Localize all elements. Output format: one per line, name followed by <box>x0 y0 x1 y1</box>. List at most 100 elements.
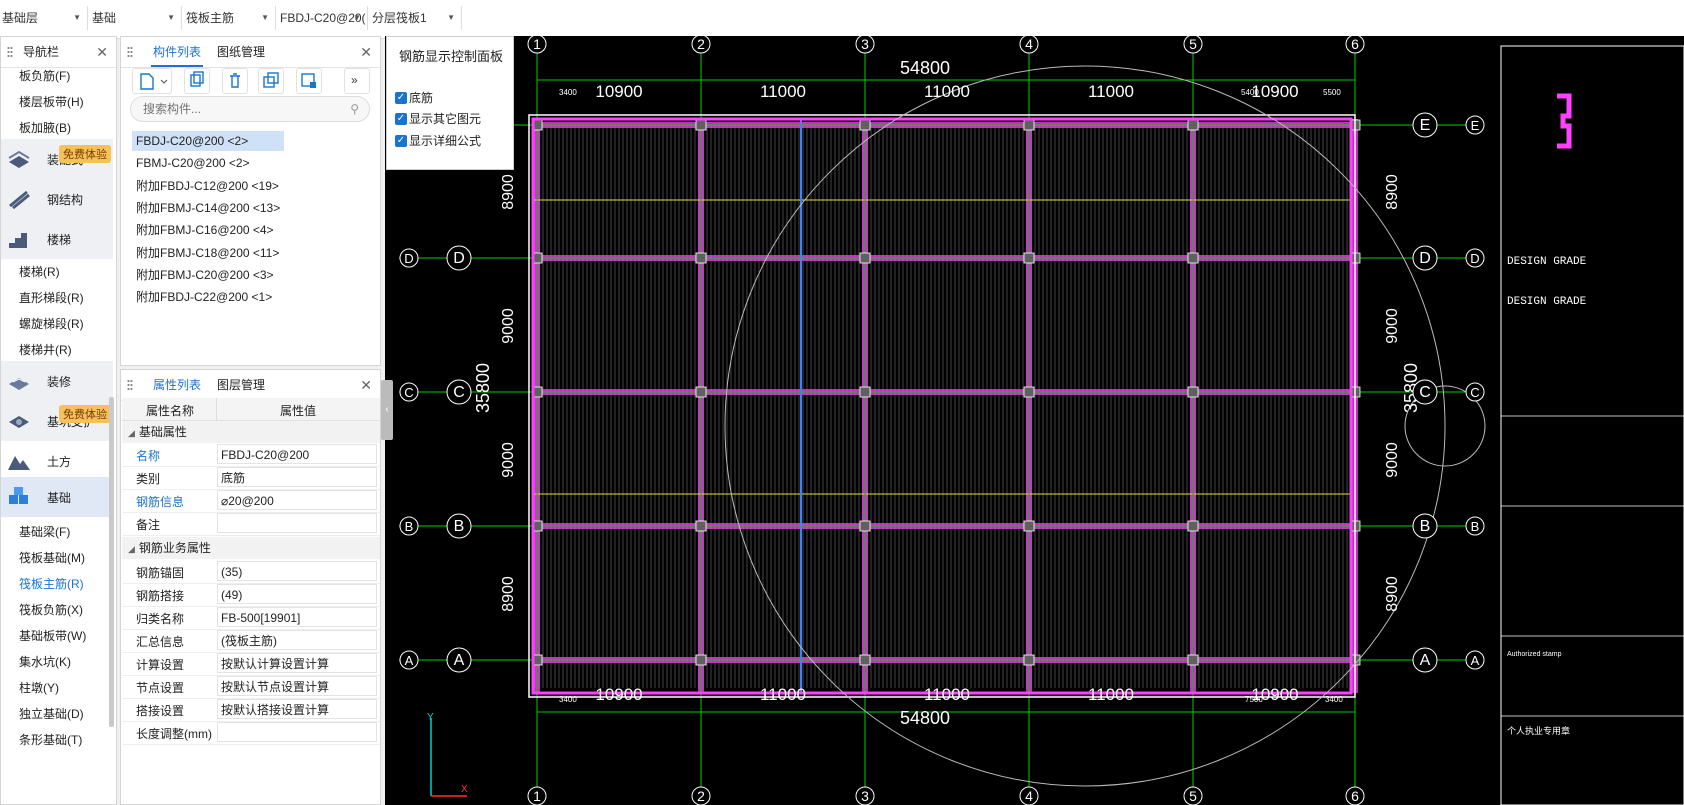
close-icon[interactable]: ✕ <box>360 370 372 400</box>
nav-item[interactable]: 螺旋梯段(R) <box>19 315 84 332</box>
property-group-basic[interactable]: ◢ 基础属性 <box>122 421 380 443</box>
tab-drawing-management[interactable]: 图纸管理 <box>215 37 267 67</box>
component-item[interactable]: 附加FBDJ-C22@200 <1> <box>136 287 272 307</box>
nav-category-stairs[interactable]: 楼梯 <box>1 219 113 259</box>
free-trial-badge[interactable]: 免费体验 <box>59 405 111 423</box>
component-item[interactable]: 附加FBMJ-C20@200 <3> <box>136 265 274 285</box>
layer-settings-button[interactable] <box>296 68 322 94</box>
nav-item[interactable]: 直形梯段(R) <box>19 289 84 306</box>
property-value-input[interactable]: 按默认计算设置计算 <box>217 653 377 673</box>
property-value-input[interactable]: 按默认节点设置计算 <box>217 676 377 696</box>
component-item[interactable]: FBMJ-C20@200 <2> <box>136 153 250 173</box>
close-icon[interactable]: ✕ <box>360 37 372 67</box>
property-group-rebar[interactable]: ◢ 钢筋业务属性 <box>122 537 380 559</box>
nav-category-steel[interactable]: 钢结构 <box>1 179 113 219</box>
decoration-icon <box>9 378 29 390</box>
checkbox-show-other[interactable]: ✓ 显示其它图元 <box>395 110 509 128</box>
free-trial-badge[interactable]: 免费体验 <box>59 145 111 163</box>
delete-button[interactable] <box>222 68 248 94</box>
axis-label: 5 <box>1189 788 1197 804</box>
axis-label: A <box>1471 653 1480 668</box>
nav-item[interactable]: 基础板带(W) <box>19 627 86 644</box>
component-item[interactable]: 附加FBMJ-C16@200 <4> <box>136 220 274 240</box>
nav-item[interactable]: 筏板基础(M) <box>19 549 85 566</box>
span-dim-right: 9000 <box>1384 308 1401 344</box>
slab-boundary[interactable] <box>531 117 1353 695</box>
checkbox-checked-icon: ✓ <box>395 92 407 104</box>
drag-handle-icon[interactable] <box>127 46 133 58</box>
nav-item[interactable]: 板加腋(B) <box>19 119 71 136</box>
axis-label: D <box>404 251 413 266</box>
nav-category-label: 基础 <box>47 491 72 505</box>
control-panel-title: 钢筋显示控制面板 <box>399 49 504 64</box>
axis-label: D <box>453 250 465 267</box>
new-file-icon <box>140 73 168 90</box>
ucs-axis-icon: Y X <box>427 712 468 797</box>
chevron-down-icon: ▼ <box>167 13 175 22</box>
property-value-input[interactable]: 底筋 <box>217 467 377 487</box>
property-value-input[interactable] <box>217 513 377 533</box>
nav-category-prefab[interactable]: 装配式 免费体验 <box>1 139 113 179</box>
component-dropdown[interactable]: FBDJ-C20@20(▼ <box>278 6 368 30</box>
nav-item[interactable]: 基础梁(F) <box>19 523 70 540</box>
nav-item[interactable]: 筏板负筋(X) <box>19 601 83 618</box>
checkbox-show-formula[interactable]: ✓ 显示详细公式 <box>395 132 509 150</box>
checkbox-bottom-rebar[interactable]: ✓ 底筋 <box>395 89 509 107</box>
property-value-input[interactable]: (49) <box>217 584 377 604</box>
component-item[interactable]: 附加FBDJ-C12@200 <19> <box>136 176 279 196</box>
steel-beam-icon <box>9 190 30 210</box>
component-item-selected[interactable]: FBDJ-C20@200 <2> <box>132 131 284 151</box>
category-dropdown[interactable]: 基础 ▼ <box>90 6 182 30</box>
drag-handle-icon[interactable] <box>7 46 13 58</box>
nav-item[interactable]: 独立基础(D) <box>19 705 84 722</box>
nav-category-earthwork[interactable]: 土方 <box>1 441 113 481</box>
nav-item[interactable]: 楼梯(R) <box>19 263 60 280</box>
property-value-input[interactable] <box>217 722 377 742</box>
property-value-input[interactable]: FBDJ-C20@200 <box>217 444 377 464</box>
stairs-icon <box>9 233 27 248</box>
property-row: 名称 FBDJ-C20@200 <box>122 443 380 467</box>
new-component-button[interactable] <box>132 68 172 94</box>
close-icon[interactable]: ✕ <box>96 37 108 67</box>
tab-component-list[interactable]: 构件列表 <box>151 37 204 67</box>
component-search[interactable]: ⚲ <box>130 96 370 122</box>
more-button[interactable]: » <box>344 68 370 94</box>
floor-dropdown[interactable]: 基础层 ▼ <box>0 6 88 30</box>
nav-item[interactable]: 柱墩(Y) <box>19 679 59 696</box>
axis-label: 3 <box>861 36 869 52</box>
drag-handle-icon[interactable] <box>127 379 133 391</box>
nav-category-foundation[interactable]: 基础 <box>1 477 113 517</box>
search-icon[interactable]: ⚲ <box>350 102 359 116</box>
component-type-dropdown[interactable]: 筏板主筋 ▼ <box>184 6 276 30</box>
cad-canvas[interactable]: 54800 54800 10900 11000 11000 11000 1090… <box>385 36 1684 805</box>
nav-scrollbar[interactable] <box>109 397 114 727</box>
nav-category-decoration[interactable]: 装修 <box>1 361 113 401</box>
nav-item[interactable]: 楼梯井(R) <box>19 341 72 358</box>
property-value-input[interactable]: 按默认搭接设置计算 <box>217 699 377 719</box>
layer-dropdown[interactable]: 分层筏板1 ▼ <box>370 6 462 30</box>
chevron-down-icon: ▼ <box>447 13 455 22</box>
nav-item[interactable]: 板负筋(F) <box>19 67 70 84</box>
property-value-input[interactable]: (35) <box>217 561 377 581</box>
component-item[interactable]: 附加FBMJ-C14@200 <13> <box>136 198 280 218</box>
tab-layer-management[interactable]: 图层管理 <box>215 370 267 400</box>
column-node <box>1187 520 1199 532</box>
nav-item[interactable]: 条形基础(T) <box>19 731 82 748</box>
search-input[interactable] <box>141 101 345 117</box>
nav-item[interactable]: 楼层板带(H) <box>19 93 84 110</box>
copy-button[interactable] <box>184 68 210 94</box>
duplicate-button[interactable] <box>258 68 284 94</box>
component-item[interactable]: 附加FBMJ-C18@200 <11> <box>136 243 279 263</box>
nav-item[interactable]: 集水坑(K) <box>19 653 71 670</box>
property-value-input[interactable]: ⌀20@200 <box>217 490 377 510</box>
axis-label: B <box>1420 518 1431 535</box>
nav-category-pit-support[interactable]: 基坑支护 免费体验 <box>1 401 113 441</box>
collapse-panel-handle[interactable]: ‹ <box>381 380 393 440</box>
property-value-input[interactable]: (筏板主筋) <box>217 630 377 650</box>
drawing-svg[interactable]: 54800 54800 10900 11000 11000 11000 1090… <box>385 36 1684 805</box>
tab-property-list[interactable]: 属性列表 <box>151 370 204 400</box>
property-value-input[interactable]: FB-500[19901] <box>217 607 377 627</box>
checkbox-checked-icon: ✓ <box>395 135 407 147</box>
column-node <box>695 386 707 398</box>
nav-item-active[interactable]: 筏板主筋(R) <box>19 575 84 592</box>
